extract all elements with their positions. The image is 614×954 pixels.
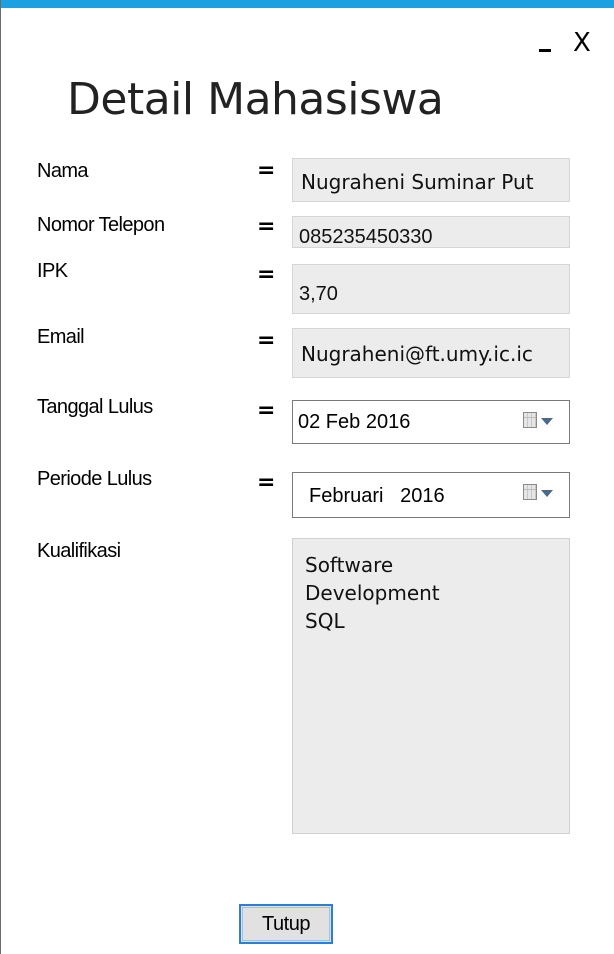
tanggal-lulus-equals: = [257,398,276,423]
kualifikasi-line: Development [305,581,440,605]
tanggal-lulus-value: 02 Feb 2016 [298,411,411,433]
kualifikasi-textarea[interactable]: Software Development SQL [292,538,570,834]
nama-label: Nama [37,160,89,182]
chevron-down-icon [541,418,553,425]
tanggal-lulus-dropdown-button[interactable] [523,411,559,431]
telepon-label: Nomor Telepon [37,214,165,236]
email-equals: = [257,328,276,353]
close-window-button[interactable]: X [573,30,591,56]
calendar-icon [523,484,537,500]
minimize-button[interactable] [537,30,557,54]
telepon-field[interactable]: 085235450330 [292,216,570,248]
nama-equals: = [257,158,276,183]
kualifikasi-label: Kualifikasi [37,540,121,562]
ipk-field[interactable]: 3,70 [292,264,570,314]
page-title: Detail Mahasiswa [67,74,444,125]
tanggal-lulus-label: Tanggal Lulus [37,396,153,418]
close-icon: X [573,28,591,58]
email-field[interactable]: Nugraheni@ft.umy.ic.ic [292,328,570,378]
periode-lulus-equals: = [257,470,276,495]
tutup-button[interactable]: Tutup [239,904,333,944]
tanggal-lulus-datepicker[interactable]: 02 Feb 2016 [292,400,570,444]
periode-lulus-value: Februari 2016 [309,485,445,507]
kualifikasi-line: SQL [305,609,345,633]
detail-window: X Detail Mahasiswa Nama = Nugraheni Sumi… [0,0,614,954]
chevron-down-icon [541,490,553,497]
periode-lulus-datepicker[interactable]: Februari 2016 [292,472,570,518]
window-accent-bar [1,0,614,8]
nama-field[interactable]: Nugraheni Suminar Put [292,158,570,202]
minimize-icon [539,49,551,52]
ipk-equals: = [257,262,276,287]
telepon-equals: = [257,214,276,239]
periode-lulus-label: Periode Lulus [37,468,152,490]
email-label: Email [37,326,85,348]
ipk-label: IPK [37,260,68,282]
periode-lulus-dropdown-button[interactable] [523,483,559,503]
calendar-icon [523,412,537,428]
kualifikasi-line: Software [305,553,394,577]
